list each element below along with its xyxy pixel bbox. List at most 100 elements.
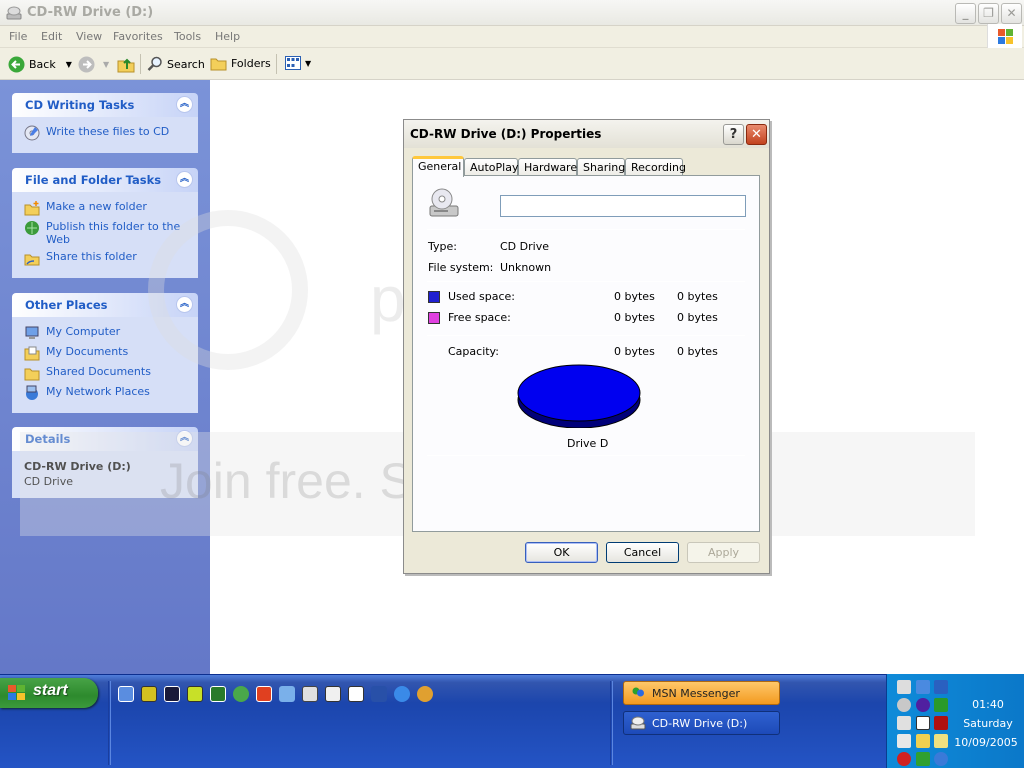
tray-monitor-icon[interactable] [916,680,930,694]
views-button[interactable]: ▼ [285,56,311,70]
quicklaunch-ie-icon[interactable] [394,686,410,702]
menu-file[interactable]: File [9,30,27,43]
tray-x-icon[interactable] [934,716,948,730]
divider [427,229,745,230]
panel-header[interactable]: File and Folder Tasks ︽ [12,168,198,192]
divider [427,281,745,282]
dialog-title-bar[interactable]: CD-RW Drive (D:) Properties ? ✕ [404,120,769,148]
ok-button[interactable]: OK [525,542,598,563]
make-new-folder-link[interactable]: Make a new folder [24,200,188,216]
collapse-chevron-icon[interactable]: ︽ [176,96,193,113]
views-icon [285,56,301,70]
help-button[interactable]: ? [723,124,744,145]
start-label: start [33,682,68,699]
file-system-label: File system: [428,261,494,274]
windows-logo-icon [987,24,1022,50]
type-label: Type: [428,240,457,253]
search-icon [147,56,162,71]
link-label: Write these files to CD [46,125,170,138]
forward-button[interactable]: ▼ [78,56,109,73]
windows-flag-icon [8,685,25,700]
tray-usb-icon[interactable] [897,734,911,748]
quicklaunch-app-icon[interactable] [279,686,295,702]
minimize-button[interactable]: _ [955,3,976,24]
tray-sound-icon[interactable] [897,716,911,730]
clock-date: 10/09/2005 [954,736,1018,749]
type-value: CD Drive [500,240,549,253]
tab-general[interactable]: General [412,156,464,177]
my-network-places-link[interactable]: My Network Places [24,385,188,401]
menu-edit[interactable]: Edit [41,30,62,43]
my-documents-link[interactable]: My Documents [24,345,188,361]
divider [427,455,745,456]
quicklaunch-webcam-icon[interactable] [164,686,180,702]
quicklaunch-vc-icon[interactable] [348,686,364,702]
clock-time[interactable]: 01:40 [955,698,1021,711]
tray-display-icon[interactable] [916,734,930,748]
msn-messenger-icon [632,687,644,697]
tab-recording[interactable]: Recording [625,158,686,176]
panel-header[interactable]: CD Writing Tasks ︽ [12,93,198,117]
quicklaunch-media-player-icon[interactable] [417,686,433,702]
tray-disconnected-icon[interactable] [934,680,948,694]
search-button[interactable]: Search [147,56,205,72]
write-files-to-cd-link[interactable]: Write these files to CD [24,125,188,141]
apply-button[interactable]: Apply [687,542,760,563]
folders-button[interactable]: Folders [210,56,271,71]
folders-icon [210,58,227,71]
dialog-close-button[interactable]: ✕ [746,124,767,145]
start-button[interactable]: start [0,678,98,708]
quicklaunch-arrow-icon[interactable] [371,686,387,702]
back-dropdown-icon[interactable]: ▼ [66,60,72,69]
shared-documents-link[interactable]: Shared Documents [24,365,188,381]
quicklaunch-drive-icon[interactable] [325,686,341,702]
search-label: Search [167,57,205,71]
tray-vc-icon[interactable] [916,716,930,730]
close-button[interactable]: ✕ [1001,3,1022,24]
taskbar-button-msn-messenger[interactable]: MSN Messenger [623,681,780,705]
quicklaunch-media-icon[interactable] [302,686,318,702]
free-space-label: Free space: [448,311,511,324]
clock-day: Saturday [963,717,1013,730]
system-tray: 01:40 Saturday 10/09/2005 [886,674,1024,768]
taskbar-divider [610,681,613,765]
task-label: MSN Messenger [652,686,740,700]
maximize-button[interactable]: ❐ [978,3,999,24]
tray-globe-icon[interactable] [934,752,948,766]
panel-title: Other Places [25,298,108,312]
tray-updown-icon[interactable] [916,752,930,766]
tray-alert-icon[interactable] [897,752,911,766]
tray-notes-icon[interactable] [934,734,948,748]
tray-bluetooth-icon[interactable] [916,698,930,712]
tray-clock-icon[interactable] [897,698,911,712]
up-folder-button[interactable] [117,56,135,73]
cd-drive-icon [630,716,646,730]
folders-label: Folders [231,57,271,70]
tab-sharing[interactable]: Sharing [577,158,625,176]
quicklaunch-flame-icon[interactable] [256,686,272,702]
drive-label-input[interactable] [500,195,746,217]
forward-dropdown-icon[interactable]: ▼ [103,60,109,69]
free-space-size: 0 bytes [677,311,718,324]
back-button[interactable]: Back ▼ [8,56,72,73]
views-dropdown-icon: ▼ [305,58,312,68]
task-pane: CD Writing Tasks ︽ Write these files to … [0,80,210,674]
menu-help[interactable]: Help [215,30,240,43]
tab-hardware[interactable]: Hardware [518,158,577,176]
quicklaunch-show-desktop-icon[interactable] [118,686,134,702]
title-bar: CD-RW Drive (D:) _ ❐ ✕ [0,0,1024,26]
taskbar-button-cd-drive[interactable]: CD-RW Drive (D:) [623,711,780,735]
tray-network-icon[interactable] [897,680,911,694]
menu-view[interactable]: View [76,30,102,43]
menu-tools[interactable]: Tools [174,30,201,43]
collapse-chevron-icon[interactable]: ︽ [176,171,193,188]
quicklaunch-messenger-icon[interactable] [233,686,249,702]
quicklaunch-b-icon[interactable] [187,686,203,702]
menu-favorites[interactable]: Favorites [113,30,163,43]
quicklaunch-spreadsheet-icon[interactable] [210,686,226,702]
cancel-button[interactable]: Cancel [606,542,679,563]
tab-autoplay[interactable]: AutoPlay [464,158,518,176]
used-space-label: Used space: [448,290,516,303]
tray-messenger-icon[interactable] [934,698,948,712]
quicklaunch-clock-icon[interactable] [141,686,157,702]
